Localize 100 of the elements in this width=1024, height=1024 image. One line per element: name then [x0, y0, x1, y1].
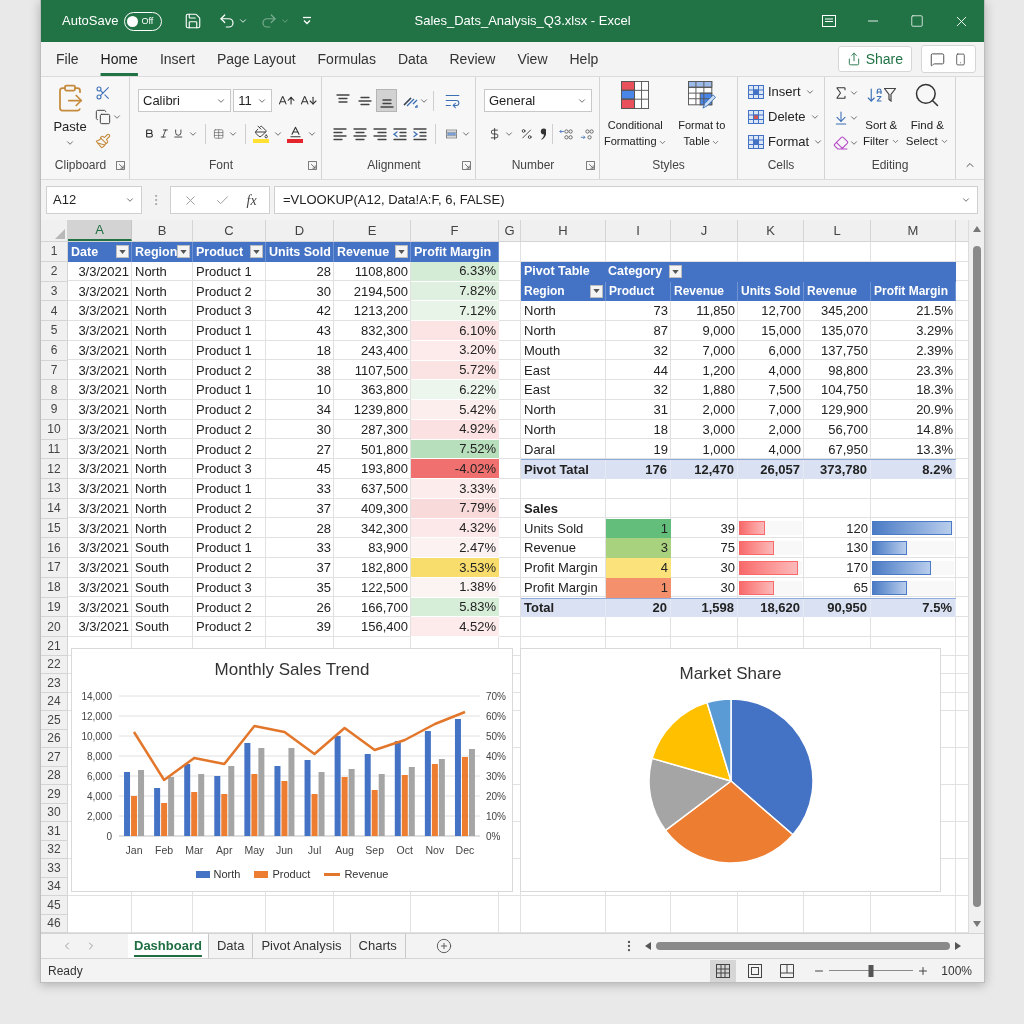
filter-button[interactable]	[590, 284, 603, 298]
italic-icon[interactable]	[158, 126, 170, 141]
table-cell-text: South	[134, 539, 170, 558]
ribbon-tab[interactable]: Review	[438, 42, 507, 76]
font-color-icon[interactable]	[287, 124, 303, 143]
customize-toolbar-icon[interactable]	[302, 16, 313, 26]
font-size-dropdown[interactable]: 11	[233, 89, 273, 112]
table-cell-text: North	[523, 420, 557, 439]
number-format-dropdown[interactable]: General	[484, 89, 592, 112]
fill-color-icon[interactable]	[253, 124, 269, 143]
ribbon-tab[interactable]: File	[45, 42, 90, 76]
scrollbar-thumb[interactable]	[656, 942, 950, 950]
legend-swatch-icon	[254, 870, 269, 878]
comments-button[interactable]	[921, 45, 976, 73]
font-name-dropdown[interactable]: Calibri	[138, 89, 232, 112]
copy-icon[interactable]	[95, 109, 111, 125]
share-button[interactable]: Share	[837, 46, 912, 72]
align-center-icon[interactable]	[352, 125, 368, 142]
paintbrush-icon[interactable]	[95, 133, 111, 149]
dropdown-arrow-icon	[180, 249, 188, 254]
table-cell-text: 9,000	[701, 322, 736, 341]
caret-icon[interactable]	[112, 112, 122, 122]
table-cell-text: Units Sold	[523, 519, 585, 538]
comma-style-icon[interactable]	[539, 126, 547, 141]
ribbon-tab[interactable]: Formulas	[306, 42, 387, 76]
scroll-right-icon[interactable]	[955, 942, 961, 950]
currency-icon[interactable]	[488, 125, 502, 142]
caret-icon[interactable]	[125, 195, 135, 205]
caret-icon[interactable]	[961, 195, 971, 205]
sheet-tab[interactable]: Dashboard	[128, 934, 209, 958]
sheet-tab[interactable]: Charts	[350, 934, 406, 958]
undo-icon[interactable]	[218, 12, 237, 30]
scroll-up-icon[interactable]	[972, 226, 981, 232]
ribbon-tab[interactable]: Insert	[148, 42, 206, 76]
table-cell-text: Product 2	[195, 559, 253, 578]
zoom-in-icon[interactable]	[917, 964, 930, 977]
fill-down-icon[interactable]	[833, 109, 849, 126]
wrap-text-icon[interactable]	[444, 92, 461, 109]
decrease-decimal-icon[interactable]	[580, 126, 595, 141]
table-cell-text: Product 1	[195, 539, 253, 558]
scroll-left-icon[interactable]	[645, 942, 651, 950]
ribbon-tab[interactable]: Home	[89, 42, 149, 76]
filter-button[interactable]	[250, 245, 263, 259]
ribbon-tab[interactable]: Page Layout	[205, 42, 307, 76]
cells-button[interactable]: Delete	[748, 106, 820, 127]
dialog-launcher-icon[interactable]	[462, 160, 471, 170]
view-button[interactable]	[710, 959, 737, 982]
format-table-button[interactable]: Format to Table	[668, 81, 735, 149]
increase-decimal-icon[interactable]	[559, 126, 575, 141]
caret-icon[interactable]	[238, 16, 249, 26]
zoom-slider[interactable]	[829, 964, 914, 977]
sheet-tab[interactable]: Pivot Analysis	[253, 934, 351, 958]
table-cell-text: North	[134, 302, 168, 321]
ribbon-tab[interactable]: Help	[558, 42, 610, 76]
add-sheet-icon[interactable]	[435, 938, 452, 954]
filter-button[interactable]	[116, 245, 129, 259]
decrease-indent-icon[interactable]	[392, 125, 408, 142]
scissors-icon[interactable]	[95, 85, 111, 101]
paste-button[interactable]: Paste	[53, 83, 87, 148]
sheet-tab[interactable]: Data	[208, 934, 254, 958]
table-cell-text: 4,000	[767, 440, 802, 459]
save-icon[interactable]	[184, 12, 203, 30]
row-header: 21	[41, 637, 68, 656]
align-left-icon[interactable]	[332, 125, 348, 142]
dialog-launcher-icon[interactable]	[116, 160, 125, 170]
insert-function-button[interactable]: fx	[246, 189, 257, 211]
name-box[interactable]: A12	[46, 186, 142, 214]
increase-indent-icon[interactable]	[412, 125, 428, 142]
ribbon-tab[interactable]: Data	[386, 42, 439, 76]
slider-thumb[interactable]	[868, 964, 874, 977]
scroll-down-icon[interactable]	[972, 921, 981, 927]
table-cell-text: North	[134, 341, 168, 360]
conditional-formatting-button[interactable]: Conditional Formatting	[602, 81, 669, 149]
sort-filter-button[interactable]: Sort & Filter	[859, 81, 904, 149]
bold-icon[interactable]	[144, 126, 155, 141]
column-header: J	[671, 220, 738, 241]
find-select-button[interactable]: Find & Select	[903, 81, 951, 149]
axis-label: 6,000	[86, 770, 112, 782]
scrollbar-thumb[interactable]	[972, 246, 981, 907]
cells-button[interactable]: Insert	[748, 81, 820, 102]
autosum-icon[interactable]	[833, 84, 849, 101]
filter-button[interactable]	[669, 265, 683, 279]
formula-field[interactable]: =VLOOKUP(A12, Data!A:F, 6, FALSE)	[274, 186, 978, 214]
filter-button[interactable]	[395, 245, 408, 259]
dialog-launcher-icon[interactable]	[586, 160, 595, 170]
table-cell-text: 19	[652, 440, 669, 459]
ribbon-tab[interactable]: View	[506, 42, 559, 76]
ribbon-display-icon[interactable]	[822, 15, 836, 27]
align-right-icon[interactable]	[372, 125, 388, 142]
dialog-launcher-icon[interactable]	[308, 160, 317, 170]
table-cell-text: Product 1	[195, 480, 253, 499]
maximize-icon[interactable]	[910, 14, 924, 28]
merge-cells-icon[interactable]	[446, 126, 457, 141]
cells-button[interactable]: Format	[748, 131, 820, 152]
table-cell-text: 37	[315, 559, 332, 578]
eraser-icon[interactable]	[833, 134, 849, 151]
caret-icon[interactable]	[65, 138, 75, 148]
underline-icon[interactable]	[173, 126, 184, 141]
table-cell: 7.5%	[871, 598, 956, 618]
filter-button[interactable]	[177, 245, 191, 259]
